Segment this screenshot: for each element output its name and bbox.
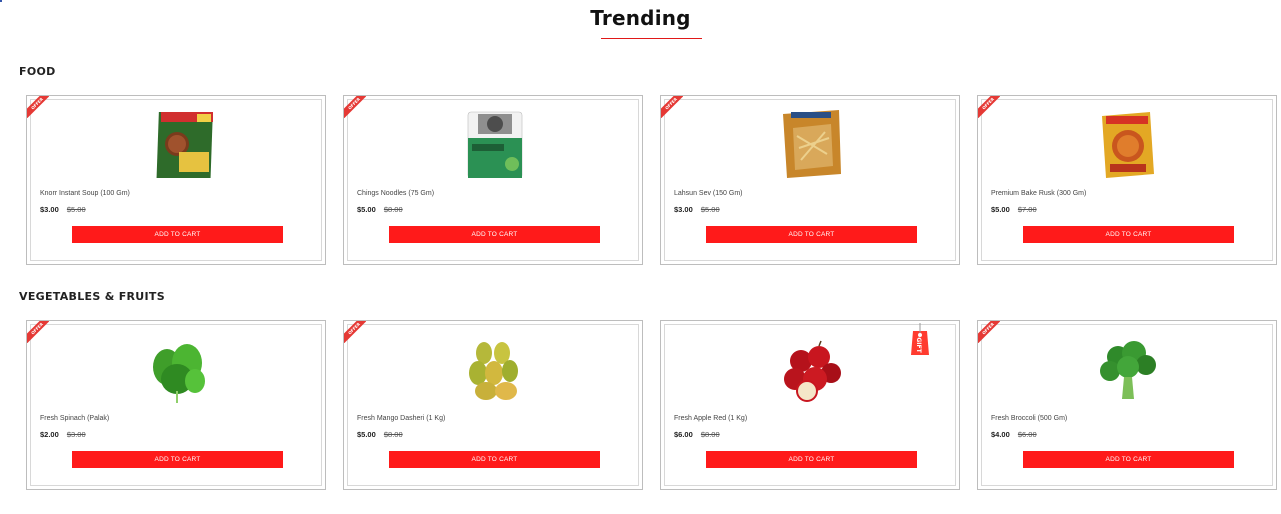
broccoli-icon — [1100, 341, 1156, 399]
product-prices: $5.00 $8.00 — [357, 205, 403, 214]
product-card[interactable]: OFFER Fresh Broccoli (500 Gm) $4.00 $6.0… — [977, 320, 1277, 490]
product-prices: $3.00 $5.00 — [674, 205, 720, 214]
offer-ribbon: OFFER — [27, 96, 49, 118]
product-card[interactable]: OFFER Fresh Mango Dasheri (1 Kg) $5.00 $… — [343, 320, 643, 490]
product-old-price: $8.00 — [383, 430, 403, 439]
noodles-pack-icon — [467, 111, 523, 178]
product-old-price: $3.00 — [66, 430, 86, 439]
section-heading-food: FOOD — [19, 65, 56, 78]
product-price: $6.00 — [674, 430, 693, 439]
product-row-food: OFFER Knorr Instant Soup (100 Gm) $3.00 … — [26, 95, 1277, 265]
product-old-price: $5.00 — [700, 205, 720, 214]
product-old-price: $8.00 — [383, 205, 403, 214]
offer-ribbon: OFFER — [344, 96, 366, 118]
offer-ribbon: OFFER — [344, 321, 366, 343]
product-price: $3.00 — [674, 205, 693, 214]
rusk-pack-icon — [1102, 112, 1154, 178]
product-row-vegetables-fruits: OFFER Fresh Spinach (Palak) $2.00 $3.00 … — [26, 320, 1277, 490]
apple-icon — [784, 340, 841, 402]
product-card[interactable]: OFFER Knorr Instant Soup (100 Gm) $3.00 … — [26, 95, 326, 265]
product-prices: $5.00 $8.00 — [357, 430, 403, 439]
add-to-cart-button[interactable]: ADD TO CART — [1023, 451, 1234, 468]
offer-ribbon: OFFER — [27, 321, 49, 343]
product-old-price: $6.00 — [1017, 430, 1037, 439]
page-title: Trending — [590, 6, 691, 30]
product-name[interactable]: Chings Noodles (75 Gm) — [357, 190, 434, 197]
soup-pack-icon — [156, 112, 213, 178]
snack-pack-icon — [783, 110, 841, 178]
product-name[interactable]: Fresh Mango Dasheri (1 Kg) — [357, 415, 445, 422]
product-price: $2.00 — [40, 430, 59, 439]
section-heading-vegetables-fruits: VEGETABLES & FRUITS — [19, 290, 165, 303]
product-name[interactable]: Fresh Apple Red (1 Kg) — [674, 415, 747, 422]
product-old-price: $8.00 — [700, 430, 720, 439]
title-wrap: Trending — [0, 6, 1281, 30]
product-price: $4.00 — [991, 430, 1010, 439]
product-card[interactable]: OFFER Fresh Spinach (Palak) $2.00 $3.00 … — [26, 320, 326, 490]
product-card[interactable]: GIFT Fresh Apple Red (1 Kg) $6.00 $8.00 … — [660, 320, 960, 490]
add-to-cart-button[interactable]: ADD TO CART — [72, 451, 283, 468]
product-price: $5.00 — [357, 205, 376, 214]
product-price: $5.00 — [357, 430, 376, 439]
product-prices: $6.00 $8.00 — [674, 430, 720, 439]
add-to-cart-button[interactable]: ADD TO CART — [1023, 226, 1234, 243]
add-to-cart-button[interactable]: ADD TO CART — [389, 451, 600, 468]
offer-ribbon: OFFER — [661, 96, 683, 118]
product-price: $5.00 — [991, 205, 1010, 214]
add-to-cart-button[interactable]: ADD TO CART — [389, 226, 600, 243]
product-prices: $4.00 $6.00 — [991, 430, 1037, 439]
offer-ribbon: OFFER — [978, 321, 1000, 343]
spinach-icon — [153, 344, 205, 403]
product-old-price: $5.00 — [66, 205, 86, 214]
product-card[interactable]: OFFER Lahsun Sev (150 Gm) $3.00 $5.00 AD… — [660, 95, 960, 265]
corner-marker — [0, 0, 2, 2]
product-price: $3.00 — [40, 205, 59, 214]
product-name[interactable]: Premium Bake Rusk (300 Gm) — [991, 190, 1086, 197]
product-prices: $5.00 $7.00 — [991, 205, 1037, 214]
product-name[interactable]: Knorr Instant Soup (100 Gm) — [40, 190, 130, 197]
product-prices: $3.00 $5.00 — [40, 205, 86, 214]
product-old-price: $7.00 — [1017, 205, 1037, 214]
gift-tag-label: GIFT — [915, 337, 922, 353]
gift-tag-icon: GIFT — [911, 323, 929, 355]
title-underline — [601, 38, 702, 39]
product-name[interactable]: Fresh Spinach (Palak) — [40, 415, 109, 422]
offer-ribbon: OFFER — [978, 96, 1000, 118]
add-to-cart-button[interactable]: ADD TO CART — [706, 451, 917, 468]
add-to-cart-button[interactable]: ADD TO CART — [72, 226, 283, 243]
product-card[interactable]: OFFER Premium Bake Rusk (300 Gm) $5.00 $… — [977, 95, 1277, 265]
product-prices: $2.00 $3.00 — [40, 430, 86, 439]
mango-icon — [469, 342, 518, 400]
product-card[interactable]: OFFER Chings Noodles (75 Gm) $5.00 $8.00… — [343, 95, 643, 265]
trending-page: Trending FOOD OFFER Knorr Instant Soup (… — [0, 0, 1281, 514]
add-to-cart-button[interactable]: ADD TO CART — [706, 226, 917, 243]
product-name[interactable]: Lahsun Sev (150 Gm) — [674, 190, 742, 197]
product-name[interactable]: Fresh Broccoli (500 Gm) — [991, 415, 1067, 422]
